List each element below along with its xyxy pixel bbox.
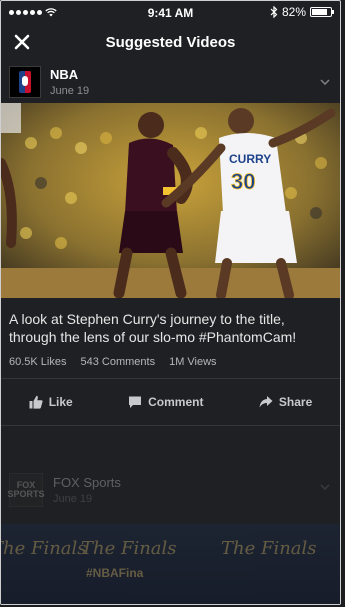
like-button[interactable]: Like <box>29 395 73 409</box>
page-avatar[interactable] <box>9 66 41 98</box>
banner-text-1: The Finals <box>1 538 87 559</box>
jersey-name: CURRY <box>229 152 271 166</box>
hashtag-text: #NBAFina <box>86 566 144 580</box>
comments-count[interactable]: 543 Comments <box>80 356 155 368</box>
battery-icon <box>310 7 334 17</box>
post-header: NBA June 19 <box>1 61 340 103</box>
comment-icon <box>129 396 142 408</box>
post-caption: A look at Stephen Curry's journey to the… <box>9 311 297 345</box>
share-label: Share <box>278 395 313 409</box>
comment-label: Comment <box>148 395 204 409</box>
bluetooth-icon <box>270 6 278 18</box>
comment-button[interactable]: Comment <box>128 395 203 409</box>
video-thumbnail: CURRY 30 <box>1 103 340 298</box>
video-player[interactable]: CURRY 30 <box>1 103 340 298</box>
next-post-header: FOX SPORTS FOX Sports June 19 <box>1 456 340 524</box>
chevron-down-icon[interactable] <box>320 484 330 490</box>
battery-percent: 82% <box>281 5 306 19</box>
battery-level-fill <box>312 9 327 15</box>
signal-strength-icon <box>9 9 42 15</box>
next-page-name[interactable]: FOX Sports <box>53 475 121 490</box>
page-title: Suggested Videos <box>105 33 236 51</box>
fox-sports-logo-icon[interactable]: FOX SPORTS <box>8 473 45 507</box>
like-label: Like <box>48 395 73 409</box>
wifi-icon <box>45 7 57 16</box>
jersey-number: 30 <box>231 169 255 194</box>
chevron-down-icon[interactable] <box>320 79 330 85</box>
post-stats: 60.5K Likes 543 Comments 1M Views <box>1 352 340 378</box>
likes-count[interactable]: 60.5K Likes <box>9 356 66 368</box>
status-left <box>9 7 57 17</box>
share-arrow-icon <box>259 396 273 408</box>
next-post-date[interactable]: June 19 <box>53 493 121 505</box>
top-nav: Suggested Videos <box>1 23 340 61</box>
banner-text-3: The Finals <box>221 538 317 559</box>
nba-logo-icon <box>19 71 31 93</box>
views-count: 1M Views <box>169 356 217 368</box>
next-post: FOX SPORTS FOX Sports June 19 The Finals… <box>1 456 340 604</box>
post-meta: NBA June 19 <box>50 67 89 97</box>
page-name[interactable]: NBA <box>50 67 89 82</box>
phone-screen: 9:41 AM 82% Suggested Videos NBA June 19 <box>0 0 341 605</box>
next-video-thumbnail[interactable]: The Finals The Finals The Finals #NBAFin… <box>1 524 340 604</box>
next-post-meta: FOX Sports June 19 <box>53 475 121 505</box>
divider <box>1 425 340 426</box>
banner-text-2: The Finals <box>81 538 177 559</box>
close-icon[interactable] <box>11 31 33 53</box>
status-right: 82% <box>270 5 334 19</box>
action-bar: Like Comment Share <box>1 379 340 425</box>
thumbs-up-icon <box>29 395 43 409</box>
status-bar: 9:41 AM 82% <box>1 1 340 23</box>
post-date[interactable]: June 19 <box>50 85 89 97</box>
share-button[interactable]: Share <box>259 395 312 409</box>
